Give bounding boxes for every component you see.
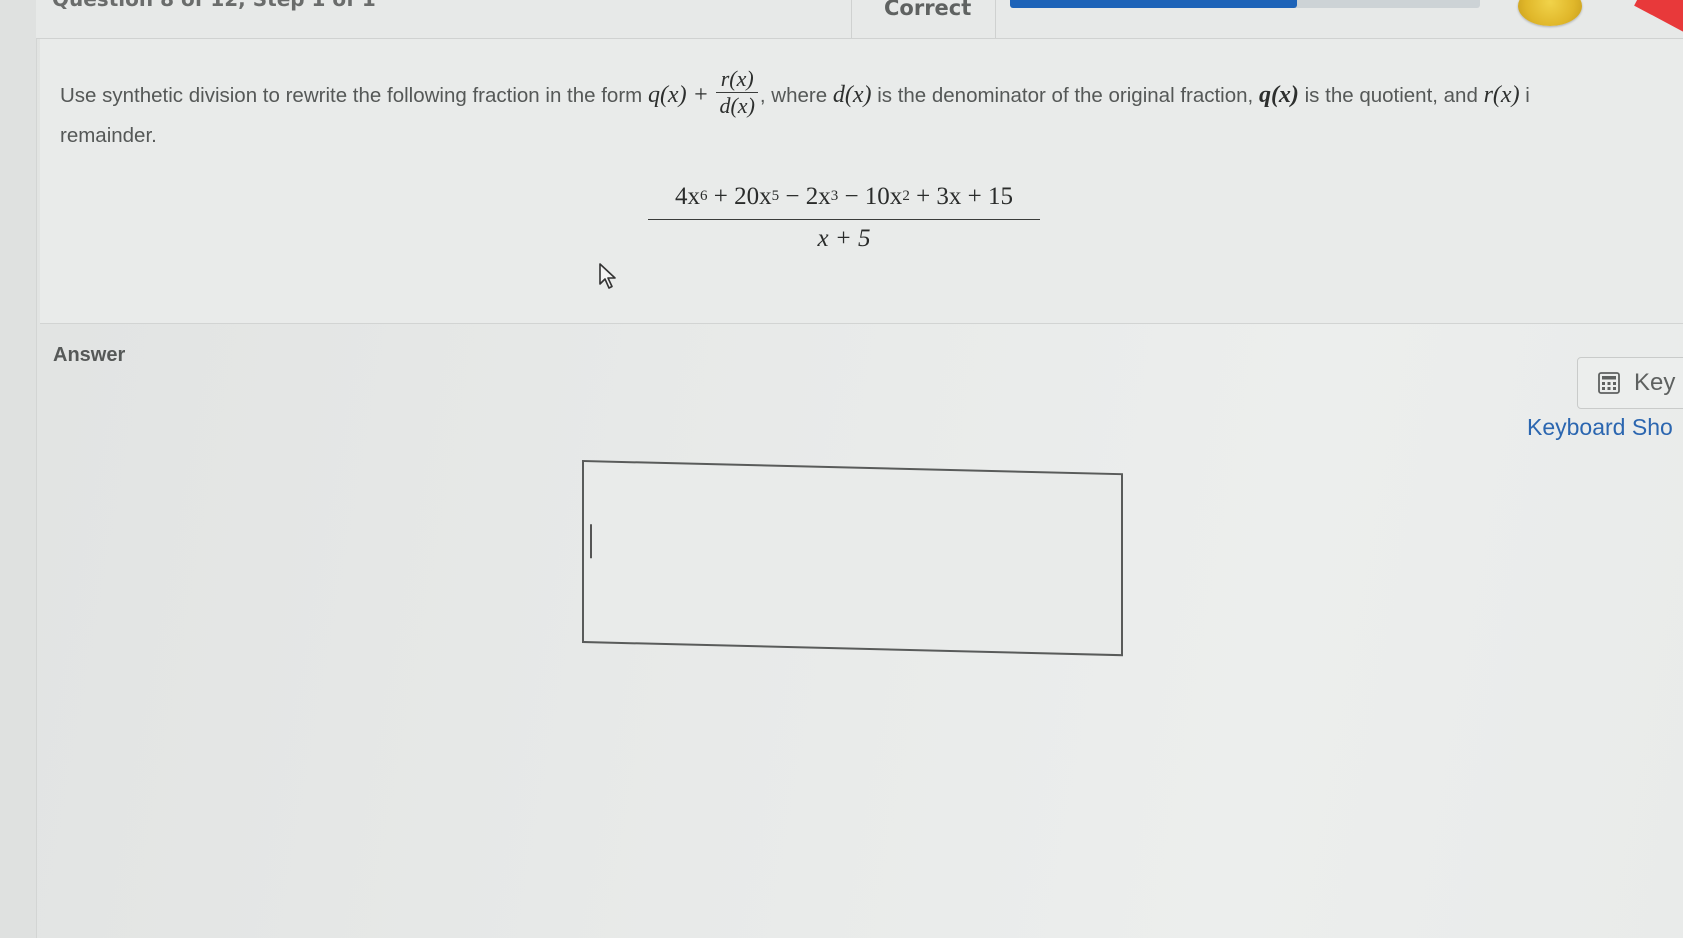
math-d: d(x)	[832, 81, 872, 108]
prompt-text-4: is the quotient, and	[1304, 83, 1478, 107]
question-counter: Question 8 of 12, Step 1 of 1	[52, 0, 376, 11]
prompt-text-1: Use synthetic division to rewrite the fo…	[60, 83, 643, 107]
term-4: − 10x	[844, 183, 903, 210]
prompt-text-2: , where	[759, 83, 828, 107]
term-3-exponent: 3	[830, 188, 839, 204]
progress-bar	[1010, 0, 1480, 8]
keyboard-shortcuts-link[interactable]: Keyboard Sho	[1527, 414, 1673, 441]
screen: Question 8 of 12, Step 1 of 1 Correct Us…	[0, 0, 1683, 938]
form-fraction-denominator: d(x)	[719, 93, 755, 118]
keypad-label: Key	[1634, 369, 1676, 396]
answer-label: Answer	[53, 344, 126, 366]
math-q-plus: q(x) +	[647, 81, 709, 108]
term-2: + 20x	[713, 183, 772, 210]
term-1: 4x	[674, 183, 700, 210]
term-rest: + 3x + 15	[916, 183, 1014, 210]
term-4-exponent: 2	[902, 188, 910, 204]
keypad-button[interactable]: Key	[1577, 357, 1683, 409]
term-2-exponent: 5	[771, 188, 780, 204]
fraction-denominator: x + 5	[817, 225, 871, 252]
prompt-text-5: i	[1525, 83, 1530, 107]
math-q: q(x)	[1258, 81, 1299, 108]
prompt-text-3: is the denominator of the original fract…	[877, 83, 1254, 107]
form-fraction: r(x) d(x)	[716, 66, 758, 119]
keypad-icon	[1598, 372, 1620, 394]
answer-input[interactable]	[582, 460, 1123, 657]
fraction-numerator: 4x6 + 20x5 − 2x3 − 10x2 + 3x + 15	[648, 180, 1040, 220]
status-label: Correct	[884, 0, 972, 20]
math-r: r(x)	[1483, 81, 1520, 108]
polynomial-fraction: 4x6 + 20x5 − 2x3 − 10x2 + 3x + 15 x + 5	[648, 180, 1040, 256]
progress-bar-fill	[1010, 0, 1297, 8]
prompt-line-2: remainder.	[60, 124, 157, 147]
text-caret	[590, 524, 592, 559]
term-1-exponent: 6	[699, 188, 708, 204]
term-3: − 2x	[785, 183, 831, 210]
question-prompt: Use synthetic division to rewrite the fo…	[60, 66, 1530, 123]
form-fraction-numerator: r(x)	[716, 66, 758, 93]
left-gutter	[0, 0, 37, 938]
mouse-pointer-icon	[599, 263, 616, 289]
